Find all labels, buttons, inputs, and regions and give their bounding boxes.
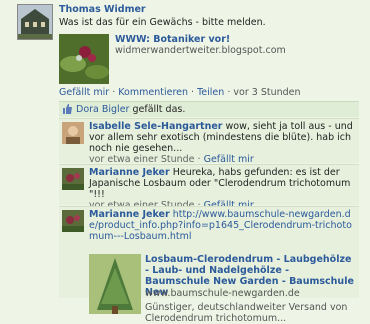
likes-suffix: gefällt das.: [132, 104, 186, 115]
link-preview-url: www.baumschule-newgarden.de: [145, 288, 300, 299]
commenter-name-link[interactable]: Marianne Jeker: [89, 209, 170, 220]
likes-text: Dora Bigler gefällt das.: [76, 104, 185, 115]
post-timestamp: vor 3 Stunden: [233, 87, 301, 98]
attachment-title-link[interactable]: WWW: Botaniker vor!: [115, 34, 230, 45]
attachment-url: widmerwandertweiter.blogspot.com: [115, 45, 286, 56]
comment-link[interactable]: Kommentieren: [118, 87, 188, 98]
share-link[interactable]: Teilen: [197, 87, 224, 98]
like-link[interactable]: Gefällt mir: [59, 87, 109, 98]
link-preview-thumbnail[interactable]: [89, 254, 141, 314]
commenter-name-link[interactable]: Marianne Jeker: [89, 167, 170, 178]
commenter-avatar[interactable]: [62, 168, 84, 190]
comment-item: Marianne Jeker http://www.baumschule-new…: [59, 206, 359, 324]
separator: ·: [227, 87, 231, 98]
liker-link[interactable]: Dora Bigler: [76, 104, 129, 115]
comment-item: Isabelle Sele-Hangartner wow, sieht ja t…: [59, 118, 359, 165]
author-avatar[interactable]: [17, 4, 53, 40]
separator: ·: [191, 87, 195, 98]
likes-bar: Dora Bigler gefällt das.: [59, 101, 359, 117]
commenter-avatar[interactable]: [62, 122, 84, 144]
comment-item: Marianne Jeker Heureka, habs gefunden: e…: [59, 164, 359, 211]
link-preview-description: Günstiger, deutschlandweiter Versand von…: [145, 302, 348, 324]
attachment-thumbnail[interactable]: [59, 34, 109, 84]
commenter-avatar[interactable]: [62, 210, 84, 232]
post-text: Was ist das für ein Gewächs - bitte meld…: [59, 17, 266, 28]
post-author-link[interactable]: Thomas Widmer: [59, 4, 146, 15]
commenter-name-link[interactable]: Isabelle Sele-Hangartner: [89, 121, 223, 132]
separator: ·: [112, 87, 116, 98]
post-actions: Gefällt mir · Kommentieren · Teilen · vo…: [59, 87, 301, 98]
thumbs-up-icon: [63, 104, 72, 114]
